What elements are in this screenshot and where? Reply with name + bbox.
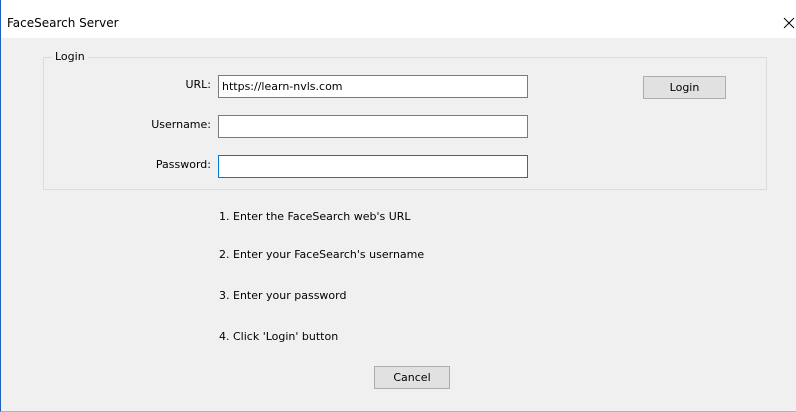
login-button[interactable]: Login <box>643 76 726 99</box>
login-group-label: Login <box>52 50 88 64</box>
dialog-content: Login URL: Username: Password: Login 1. … <box>2 38 796 411</box>
username-label: Username: <box>151 118 211 131</box>
url-input[interactable] <box>218 75 528 98</box>
close-icon[interactable] <box>782 16 796 30</box>
window-title: FaceSearch Server <box>7 16 119 30</box>
password-label: Password: <box>155 158 211 171</box>
cancel-button[interactable]: Cancel <box>374 366 450 389</box>
title-bar[interactable]: FaceSearch Server <box>1 0 796 38</box>
instruction-step-3: 3. Enter your password <box>219 289 347 302</box>
instruction-step-2: 2. Enter your FaceSearch's username <box>219 248 425 261</box>
instruction-step-4: 4. Click 'Login' button <box>219 330 339 343</box>
login-groupbox: Login URL: Username: Password: Login <box>43 50 767 190</box>
password-input[interactable] <box>218 155 528 178</box>
username-input[interactable] <box>218 115 528 138</box>
url-label: URL: <box>185 78 211 91</box>
instruction-step-1: 1. Enter the FaceSearch web's URL <box>219 210 411 223</box>
dialog-window: FaceSearch Server Login URL: Username: P… <box>0 0 796 412</box>
